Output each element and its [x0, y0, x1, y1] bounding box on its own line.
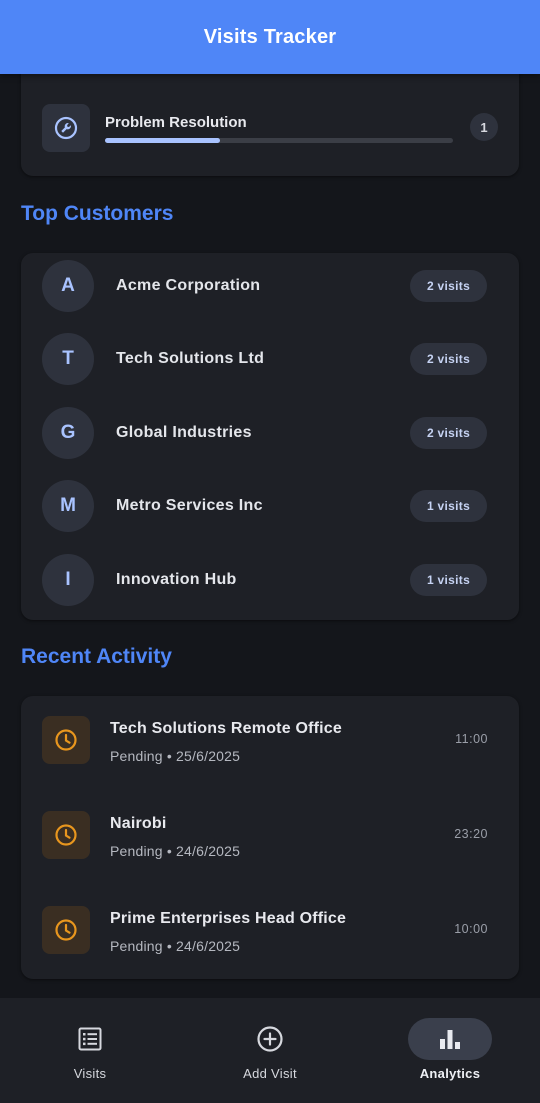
customer-row[interactable]: M Metro Services Inc 1 visits: [42, 480, 498, 532]
activity-status-date: Pending • 24/6/2025: [110, 938, 241, 954]
category-count-badge: 1: [470, 113, 498, 141]
activity-status-date: Pending • 25/6/2025: [110, 748, 241, 764]
nav-add-visit[interactable]: Add Visit: [180, 998, 360, 1103]
bar-chart-icon: [408, 1018, 492, 1060]
visit-count-badge: 2 visits: [410, 270, 487, 302]
nav-visits[interactable]: Visits: [0, 998, 180, 1103]
category-label: Problem Resolution: [105, 114, 247, 131]
list-icon: [48, 1018, 132, 1060]
customer-name: Global Industries: [116, 424, 252, 441]
nav-label: Analytics: [419, 1066, 481, 1081]
recent-activity-card: Tech Solutions Remote Office Pending • 2…: [21, 696, 519, 979]
top-customers-heading: Top Customers: [21, 202, 174, 225]
customer-name: Acme Corporation: [116, 277, 261, 294]
activity-title: Prime Enterprises Head Office: [110, 910, 347, 927]
category-row: Problem Resolution 1: [42, 104, 498, 152]
customer-name: Metro Services Inc: [116, 497, 263, 514]
app-bar: Visits Tracker: [0, 0, 540, 74]
wrench-icon: [42, 104, 90, 152]
visit-count-badge: 1 visits: [410, 564, 487, 596]
activity-title: Nairobi: [110, 815, 167, 832]
customer-row[interactable]: G Global Industries 2 visits: [42, 407, 498, 459]
customer-avatar: M: [42, 480, 94, 532]
activity-title: Tech Solutions Remote Office: [110, 720, 342, 737]
app-title: Visits Tracker: [203, 25, 337, 48]
clock-icon: [42, 906, 90, 954]
activity-row[interactable]: Nairobi Pending • 24/6/2025 23:20: [42, 811, 498, 871]
customer-avatar: A: [42, 260, 94, 312]
visit-count-badge: 2 visits: [410, 343, 487, 375]
customer-avatar: T: [42, 333, 94, 385]
activity-row[interactable]: Tech Solutions Remote Office Pending • 2…: [42, 716, 498, 776]
category-progress-fill: [105, 138, 220, 143]
clock-icon: [42, 811, 90, 859]
activity-time: 10:00: [454, 922, 488, 936]
customer-avatar: I: [42, 554, 94, 606]
customer-row[interactable]: A Acme Corporation 2 visits: [42, 260, 498, 312]
customer-name: Innovation Hub: [116, 571, 237, 588]
nav-label: Visits: [73, 1066, 107, 1081]
activity-status-date: Pending • 24/6/2025: [110, 843, 241, 859]
recent-activity-heading: Recent Activity: [21, 645, 172, 668]
customer-row[interactable]: I Innovation Hub 1 visits: [42, 554, 498, 606]
activity-time: 11:00: [455, 732, 488, 746]
nav-label: Add Visit: [243, 1066, 297, 1081]
clock-icon: [42, 716, 90, 764]
customer-avatar: G: [42, 407, 94, 459]
top-customers-card: A Acme Corporation 2 visits T Tech Solut…: [21, 253, 519, 620]
customer-name: Tech Solutions Ltd: [116, 350, 265, 367]
add-circle-icon: [228, 1018, 312, 1060]
visit-count-badge: 2 visits: [410, 417, 487, 449]
customer-row[interactable]: T Tech Solutions Ltd 2 visits: [42, 333, 498, 385]
activity-time: 23:20: [454, 827, 488, 841]
visit-categories-card: Problem Resolution 1: [21, 60, 519, 176]
nav-analytics[interactable]: Analytics: [360, 998, 540, 1103]
bottom-navigation: Visits Add Visit Analytics: [0, 998, 540, 1103]
visit-count-badge: 1 visits: [410, 490, 487, 522]
category-progress-bar: [105, 138, 453, 143]
activity-row[interactable]: Prime Enterprises Head Office Pending • …: [42, 906, 498, 966]
